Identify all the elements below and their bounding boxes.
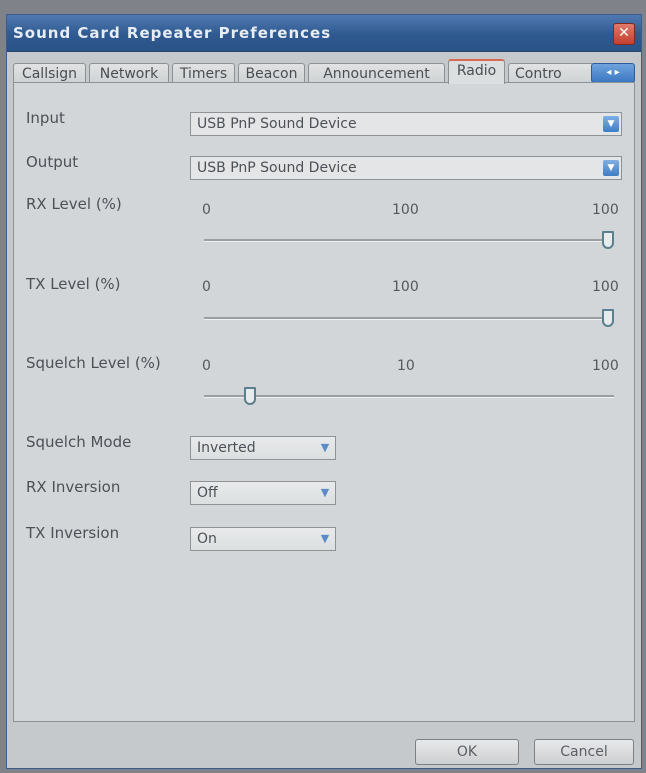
- chevron-down-icon[interactable]: ▼: [317, 485, 333, 501]
- preferences-dialog: Sound Card Repeater Preferences ✕ Callsi…: [6, 14, 642, 769]
- squelch-level-label: Squelch Level (%): [26, 354, 161, 372]
- output-device-select[interactable]: USB PnP Sound Device ▼: [190, 156, 622, 180]
- rx-level-min: 0: [202, 202, 211, 218]
- ok-button[interactable]: OK: [415, 739, 519, 765]
- radio-settings-panel: Input USB PnP Sound Device ▼ Output USB …: [13, 82, 635, 722]
- squelch-mode-value: Inverted: [197, 440, 256, 456]
- input-label: Input: [26, 109, 65, 127]
- rx-level-label: RX Level (%): [26, 195, 122, 213]
- squelch-level-current: 10: [397, 358, 415, 374]
- tx-level-max: 100: [592, 279, 619, 295]
- arrow-left-right-icon[interactable]: ◂ ▸: [591, 63, 635, 83]
- tab-radio[interactable]: Radio: [448, 59, 505, 84]
- squelch-mode-label: Squelch Mode: [26, 433, 132, 451]
- tab-beacon[interactable]: Beacon: [238, 63, 305, 83]
- tab-control[interactable]: Contro: [508, 63, 594, 83]
- rx-level-max: 100: [592, 202, 619, 218]
- squelch-level-track: [204, 395, 614, 398]
- tx-level-label: TX Level (%): [26, 275, 121, 293]
- rx-inversion-select[interactable]: Off ▼: [190, 481, 336, 505]
- squelch-level-slider[interactable]: [204, 385, 614, 407]
- chevron-down-icon[interactable]: ▼: [603, 160, 619, 176]
- tx-inversion-select[interactable]: On ▼: [190, 527, 336, 551]
- output-label: Output: [26, 153, 79, 171]
- rx-level-thumb[interactable]: [602, 231, 614, 249]
- squelch-level-thumb[interactable]: [244, 387, 256, 405]
- tab-callsign[interactable]: Callsign: [13, 63, 86, 83]
- tx-inversion-label: TX Inversion: [26, 524, 120, 542]
- output-device-value: USB PnP Sound Device: [197, 160, 357, 176]
- cancel-button[interactable]: Cancel: [534, 739, 634, 765]
- close-icon[interactable]: ✕: [613, 23, 635, 45]
- rx-inversion-label: RX Inversion: [26, 478, 121, 496]
- chevron-down-icon[interactable]: ▼: [317, 531, 333, 547]
- chevron-down-icon[interactable]: ▼: [317, 440, 333, 456]
- tx-inversion-value: On: [197, 531, 217, 547]
- rx-level-current: 100: [392, 202, 419, 218]
- tab-network[interactable]: Network: [89, 63, 169, 83]
- squelch-mode-select[interactable]: Inverted ▼: [190, 436, 336, 460]
- title-bar: Sound Card Repeater Preferences ✕: [7, 15, 641, 52]
- tx-level-track: [204, 317, 614, 320]
- tx-level-thumb[interactable]: [602, 309, 614, 327]
- rx-level-track: [204, 239, 614, 242]
- rx-level-slider[interactable]: [204, 229, 614, 251]
- input-device-select[interactable]: USB PnP Sound Device ▼: [190, 112, 622, 136]
- squelch-level-min: 0: [202, 358, 211, 374]
- tab-strip: Callsign Network Timers Beacon Announcem…: [13, 59, 635, 84]
- tx-level-min: 0: [202, 279, 211, 295]
- squelch-level-max: 100: [592, 358, 619, 374]
- window-title: Sound Card Repeater Preferences: [13, 24, 332, 42]
- tab-announcement[interactable]: Announcement: [308, 63, 445, 83]
- tx-level-slider[interactable]: [204, 307, 614, 329]
- input-device-value: USB PnP Sound Device: [197, 116, 357, 132]
- rx-inversion-value: Off: [197, 485, 218, 501]
- chevron-down-icon[interactable]: ▼: [603, 116, 619, 132]
- tx-level-current: 100: [392, 279, 419, 295]
- tab-timers[interactable]: Timers: [172, 63, 235, 83]
